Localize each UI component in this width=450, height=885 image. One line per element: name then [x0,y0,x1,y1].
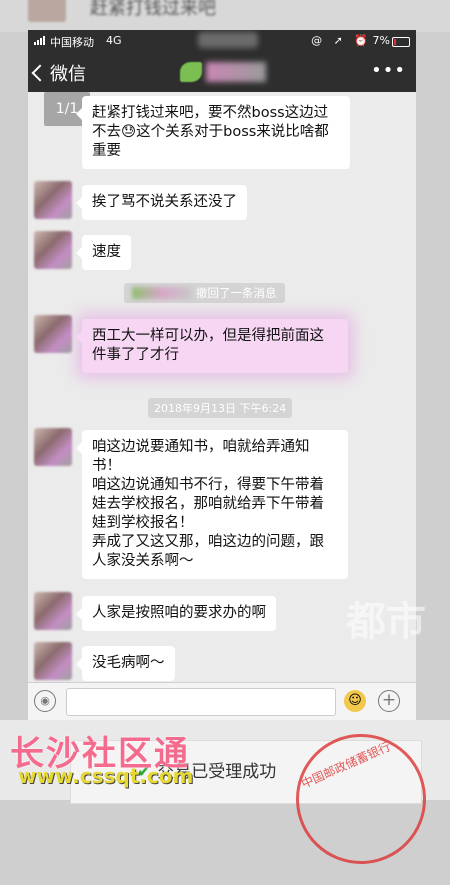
avatar [28,0,66,22]
message-bubble[interactable]: 挨了骂不说关系还没了 [76,185,247,220]
side-watermark: 都市 [346,599,426,645]
battery-percent: 7% [372,34,390,47]
avatar[interactable] [34,592,72,630]
chevron-left-icon [31,64,49,82]
time-blurred [198,32,258,48]
sender-blurred [132,287,192,299]
recall-text: 撤回了一条消息 [196,286,277,300]
network-type: 4G [106,34,122,47]
message-bubble[interactable]: 速度 [76,235,131,270]
chat-header: 微信 ••• [28,52,416,92]
message-timestamp: 2018年9月13日 下午6:24 [148,398,293,418]
bank-stamp: 中国邮政储蓄银行 [275,713,447,885]
signal-icon [34,36,45,45]
previous-screenshot-strip: 赶紧打钱过来吧 [0,0,450,32]
message-bubble-highlighted[interactable]: 西工大一样可以办，但是得把前面这件事了了才行 [76,319,348,373]
contact-avatar-icon [180,62,202,82]
message-bubble[interactable]: 赶紧打钱过来吧，要不然boss这边过不去😓这个关系对于boss来说比啥都重要 [76,96,350,169]
plus-icon[interactable]: + [378,690,400,712]
url-watermark: www.cssqt.com [18,764,194,788]
avatar[interactable] [34,428,72,466]
carrier-name: 中国移动 [50,36,94,49]
back-button[interactable]: 微信 [31,60,86,86]
avatar[interactable] [34,642,72,680]
message-bubble[interactable]: 咱这边说要通知书，咱就给弄通知书！ 咱这边说通知书不行，得要下午带着娃去学校报名… [76,430,348,579]
more-options-button[interactable]: ••• [371,60,406,81]
blurred-text: 赶紧打钱过来吧 [90,0,216,19]
recall-notice: 撤回了一条消息 [124,283,285,303]
message-input[interactable] [66,688,336,716]
avatar[interactable] [34,315,72,353]
avatar[interactable] [34,231,72,269]
voice-icon[interactable]: ◉ [34,690,56,712]
battery-icon [392,37,410,47]
contact-name-blurred [206,62,266,82]
message-bubble[interactable]: 人家是按照咱的要求办的啊 [76,596,276,631]
status-icons: @ ➚ ⏰ [311,34,372,47]
status-bar: 中国移动 4G @ ➚ ⏰ 7% [28,30,416,52]
message-bubble[interactable]: 没毛病啊～ [76,646,175,681]
emoji-icon[interactable]: ☺ [344,690,366,712]
chat-input-bar: ◉ ☺ + [28,682,416,720]
avatar[interactable] [34,181,72,219]
back-label: 微信 [50,64,86,85]
